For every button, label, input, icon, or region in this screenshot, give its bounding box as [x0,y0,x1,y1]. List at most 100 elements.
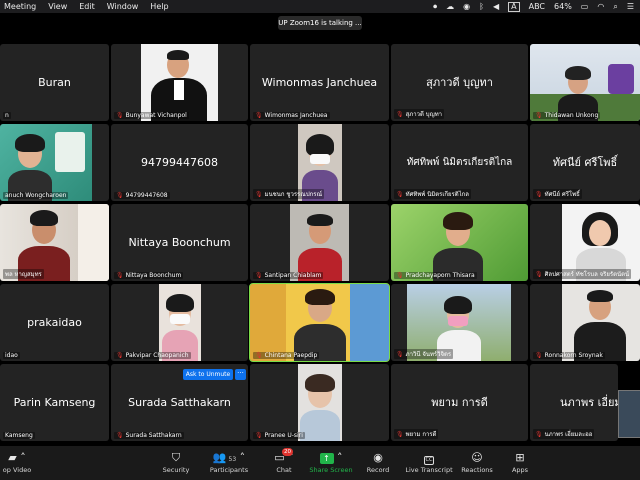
bluetooth-icon[interactable]: ᛒ [479,0,484,13]
mic-muted-icon: 🎙 [116,112,124,119]
video-feed [159,284,201,361]
meeting-toolbar: ▰ ˄ op Video ⛉ Security 👥 53 ˄ Participan… [0,446,640,480]
participant-label: Thidawan Unkong [544,112,599,119]
participant-name: ทัศนีย์ ศรีโพธิ์ [552,155,618,169]
participant-label: Surada Satthakarn [125,432,182,439]
tile-nittaya[interactable]: Nittaya Boonchum 🎙 Nittaya Boonchum [111,204,248,281]
participants-button[interactable]: 👥 53 ˄ Participants [207,450,251,478]
participant-label: Santipan Chiablam [264,272,322,279]
tile-pranee[interactable]: 🎙 Pranee U-siri [250,364,389,441]
smiley-icon: ☺ [471,451,483,464]
spotlight-icon[interactable]: ⌕ [613,0,617,13]
chat-button[interactable]: 20 ▭ ˄ Chat [270,448,298,478]
tile-napaporn[interactable]: นภาพร เอี่ยม 🎙 นภาพร เอี่ยมละออ [530,364,618,441]
reactions-button[interactable]: ☺ Reactions [461,450,493,478]
tile-santipan[interactable]: 🎙 Santipan Chiablam [250,204,389,281]
share-screen-label: Share Screen [309,466,353,474]
tile-parin[interactable]: Parin Kamseng Kamseng [0,364,109,441]
record-icon: ◉ [373,451,383,464]
participant-name: Parin Kamseng [13,395,96,409]
tile-tanee[interactable]: ทัศนีย์ ศรีโพธิ์ 🎙 ทัศนีย์ ศรีโพธิ์ [530,124,640,201]
participant-label: มนชนก ชูวรรณปกรณ์ [264,191,323,198]
mic-muted-icon: 🎙 [535,191,543,198]
apps-label: Apps [511,466,529,474]
tile-monchanok[interactable]: 🎙 มนชนก ชูวรรณปกรณ์ [250,124,389,201]
tile-phone-user[interactable]: 94799447608 🎙 94799447608 [111,124,248,201]
tile-wongcharoen[interactable]: anuch Wongcharoen [0,124,109,201]
tile-pradchaya[interactable]: 🎙 Pradchayaporn Thisara [391,204,528,281]
record-label: Record [366,466,390,474]
stop-video-button[interactable]: ▰ ˄ op Video [0,450,34,478]
mic-muted-icon: 🎙 [116,352,124,359]
record-button[interactable]: ◉ Record [364,450,392,478]
participant-label: anuch Wongcharoen [3,192,69,199]
participant-label: Pranee U-siri [264,432,303,439]
tile-wimonmas[interactable]: Wimonmas Janchuea 🎙 Wimonmas Janchuea [250,44,389,121]
person-hair [305,289,335,305]
participant-name: ทัศทิพพ์ นิมิตรเกียรติไกล [406,156,513,168]
menu-help[interactable]: Help [150,0,168,13]
tile-buran[interactable]: Buran n [0,44,109,121]
mic-muted-icon: 🎙 [116,272,124,279]
tile-payam[interactable]: พยาม การดี 🎙 พยาม การดี [391,364,528,441]
tile-prakaidao[interactable]: prakaidao idao [0,284,109,361]
chat-status-icon[interactable]: ◉ [463,0,470,13]
live-transcript-label: Live Transcript [405,466,453,474]
tile-pakvipar[interactable]: 🎙 Pakvipar Chaopanich [111,284,248,361]
mic-muted-icon: 🎙 [255,432,263,439]
tile-bunyawat[interactable]: 🎙 Bunyawat Vichanpol [111,44,248,121]
person-hair [565,66,591,80]
video-feed [298,364,342,441]
mic-muted-icon: 🎙 [535,431,543,438]
menu-window[interactable]: Window [107,0,139,13]
participant-label: ภาวินี จันทร์วิจิตร [405,351,452,358]
menu-view[interactable]: View [48,0,67,13]
video-feed [562,284,640,361]
security-button[interactable]: ⛉ Security [158,450,194,478]
tile-parawee[interactable]: 🎙 ภาวินี จันทร์วิจิตร [391,284,528,361]
battery-icon[interactable]: ▭ [581,0,589,13]
volume-icon[interactable]: ◀ [493,0,499,13]
cloud-icon[interactable]: ☁ [446,0,454,13]
participants-label: Participants [209,466,249,474]
tile-chintana[interactable]: 🎙 Chintana Paepdip [249,283,390,362]
tile-silpasart[interactable]: 🎙 ศิลปศาสตร์ ทัชโรบล จริยรัตนัตน์ [530,204,640,281]
person-hair [443,212,473,230]
menu-meeting[interactable]: Meeting [4,0,36,13]
person-hair [166,294,194,312]
tile-pol[interactable]: พล หาญสมุทร [0,204,109,281]
input-source-icon[interactable]: A [508,1,520,12]
background-decoration [250,284,286,361]
self-view-thumbnail[interactable] [618,390,640,438]
video-feed [530,44,640,121]
share-screen-button[interactable]: ↑ ˄ Share Screen [308,450,354,478]
live-transcript-button[interactable]: CC Live Transcript [404,450,454,478]
participant-label: ศิลปศาสตร์ ทัชโรบล จริยรัตนัตน์ [544,271,630,278]
participant-name: 94799447608 [141,155,218,169]
input-source-label: ABC [528,2,546,11]
wifi-icon[interactable]: ◠ [597,0,604,13]
security-label: Security [162,466,190,474]
apps-button[interactable]: ⊞ Apps [508,450,532,478]
ask-to-unmute-button[interactable]: Ask to Unmute [183,369,233,380]
mic-muted-icon: 🎙 [396,431,404,438]
person-hair [305,374,335,392]
tile-tattiphon[interactable]: ทัศทิพพ์ นิมิตรเกียรติไกล 🎙 ทัศทิพพ์ นิมิ… [391,124,528,201]
stop-video-label: op Video [2,466,32,474]
participant-name: Surada Satthakarn [128,395,231,409]
control-center-icon[interactable]: ☰ [627,0,634,13]
participant-label: พยาม การดี [405,431,437,438]
menu-edit[interactable]: Edit [79,0,95,13]
share-screen-icon: ↑ [319,453,334,464]
video-feed [141,44,218,121]
tile-supawadee[interactable]: สุภาวดี บุญทา 🎙 สุภาวดี บุญทา [391,44,528,121]
mic-muted-icon: 🎙 [255,112,263,119]
participant-label: ทัศนีย์ ศรีโพธิ์ [544,191,580,198]
tile-more-options-button[interactable]: ··· [235,369,246,380]
tile-thidawan[interactable]: 🎙 Thidawan Unkong [530,44,640,121]
person-hair [306,134,334,156]
reactions-label: Reactions [461,466,493,474]
record-status-icon[interactable]: ⏺ [433,0,437,13]
participant-label: Pakvipar Chaopanich [125,352,189,359]
tile-ronnakorn[interactable]: 🎙 Ronnakorn Sroynak [530,284,640,361]
